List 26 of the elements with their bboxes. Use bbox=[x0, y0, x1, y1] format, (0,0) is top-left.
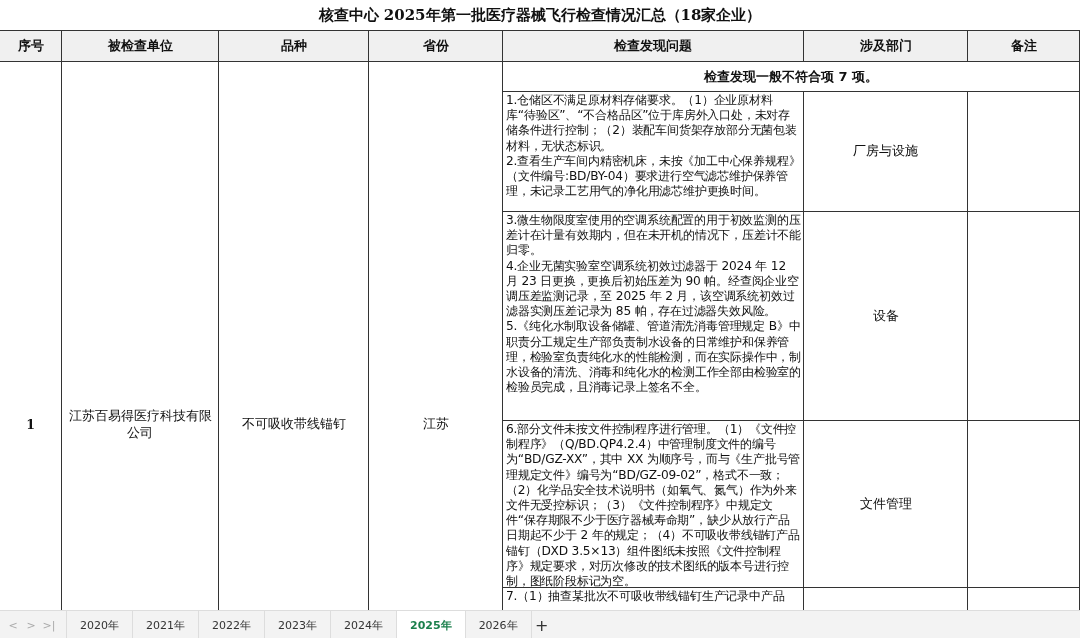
table-cell: 厂房与设施 bbox=[804, 92, 968, 212]
sheet-tab[interactable]: 2021年 bbox=[133, 611, 199, 638]
add-sheet-button[interactable]: + bbox=[531, 611, 552, 638]
column-header: 被检查单位 bbox=[62, 31, 219, 62]
finding-text: 4.企业无菌实验室空调系统初效过滤器于 2024 年 12 月 23 日更换，更换后初始压差为 90 帕。经查阅企业空调压差监测记录，至 2025 年 2 月，该空调系统初效过滤器实测压差记录为 85 帕，存在过滤器失效风险。 bbox=[506, 258, 800, 320]
summary-cell: 检查发现一般不符合项 7 项。 bbox=[503, 62, 1080, 92]
column-header: 检查发现问题 bbox=[503, 31, 804, 62]
column-header: 省份 bbox=[369, 31, 503, 62]
sheet-tab[interactable]: 2020年 bbox=[66, 611, 133, 638]
column-header: 序号 bbox=[0, 31, 62, 62]
table-cell: 文件管理 bbox=[804, 421, 968, 588]
finding-text: 2.查看生产车间内精密机床，未按《加工中心保养规程》（文件编号:BD/BY-04）要求进行空气滤芯维护保养管理，未记录工艺用气的净化用滤芯维护更换时间。 bbox=[506, 153, 801, 200]
column-header: 品种 bbox=[219, 31, 369, 62]
sheet-tab[interactable]: 2025年 bbox=[397, 611, 466, 638]
sheet-tab[interactable]: 2023年 bbox=[265, 611, 331, 638]
finding-text: 7.（1）抽查某批次不可吸收带线锚钉生产记录中产品 bbox=[506, 589, 786, 605]
finding-text: 3.微生物限度室使用的空调系统配置的用于初效监测的压差计在计量有效期内，但在未开机的情况下，压差计不能归零。 bbox=[506, 213, 801, 259]
table-cell: 设备 bbox=[804, 212, 968, 421]
column-header: 涉及部门 bbox=[804, 31, 968, 62]
finding-text: 1.仓储区不满足原材料存储要求。（1）企业原材料库“待验区”、“不合格品区”位于库房外入口处，未对存储条件进行控制；（2）装配车间货架存放部分无菌包装材料，无状态标识。 bbox=[506, 93, 798, 154]
sheet-tab[interactable]: 2022年 bbox=[199, 611, 265, 638]
finding-text: 6.部分文件未按文件控制程序进行管理。（1）《文件控制程序》（Q/BD.QP4.2.4）中管理制度文件的编号为“BD/GZ-XX”，其中 XX 为顺序号，而与《生产批号管理规定文件》编号为“BD/GZ-09-02”，格式不一致；（2）化学品安全技术说明书（如氧气、氮气）作为外来文件无受控标识；（3）《文件控制程序》中规定文件“保存期限不少于医疗器械寿命期”，缺少从放行产品日期起不少于 2 年的规定；（4）不可吸收带线锚钉产品锚钉（DXD 3.5×13）组件图纸未按照《文件控制程序》规定要求，对历次修改的技术图纸的版本号进行控制，图纸阶段标记为空。 bbox=[506, 422, 801, 590]
column-header: 备注 bbox=[968, 31, 1080, 62]
finding-text: 5.《纯化水制取设备储罐、管道清洗消毒管理规定 B》中职责分工规定生产部负责制水设备的日常维护和保养管理，检验室负责纯化水的性能检测，而在实际操作中，制水设备的清洗、消毒和纯化水的检测工作全部由检验室的检验员完成，且消毒记录上签名不全。 bbox=[506, 319, 801, 396]
sheet-tab[interactable]: 2026年 bbox=[465, 611, 532, 638]
sheet-title: 核查中心 2025年第一批医疗器械飞行检查情况汇总（18家企业） bbox=[318, 5, 762, 25]
